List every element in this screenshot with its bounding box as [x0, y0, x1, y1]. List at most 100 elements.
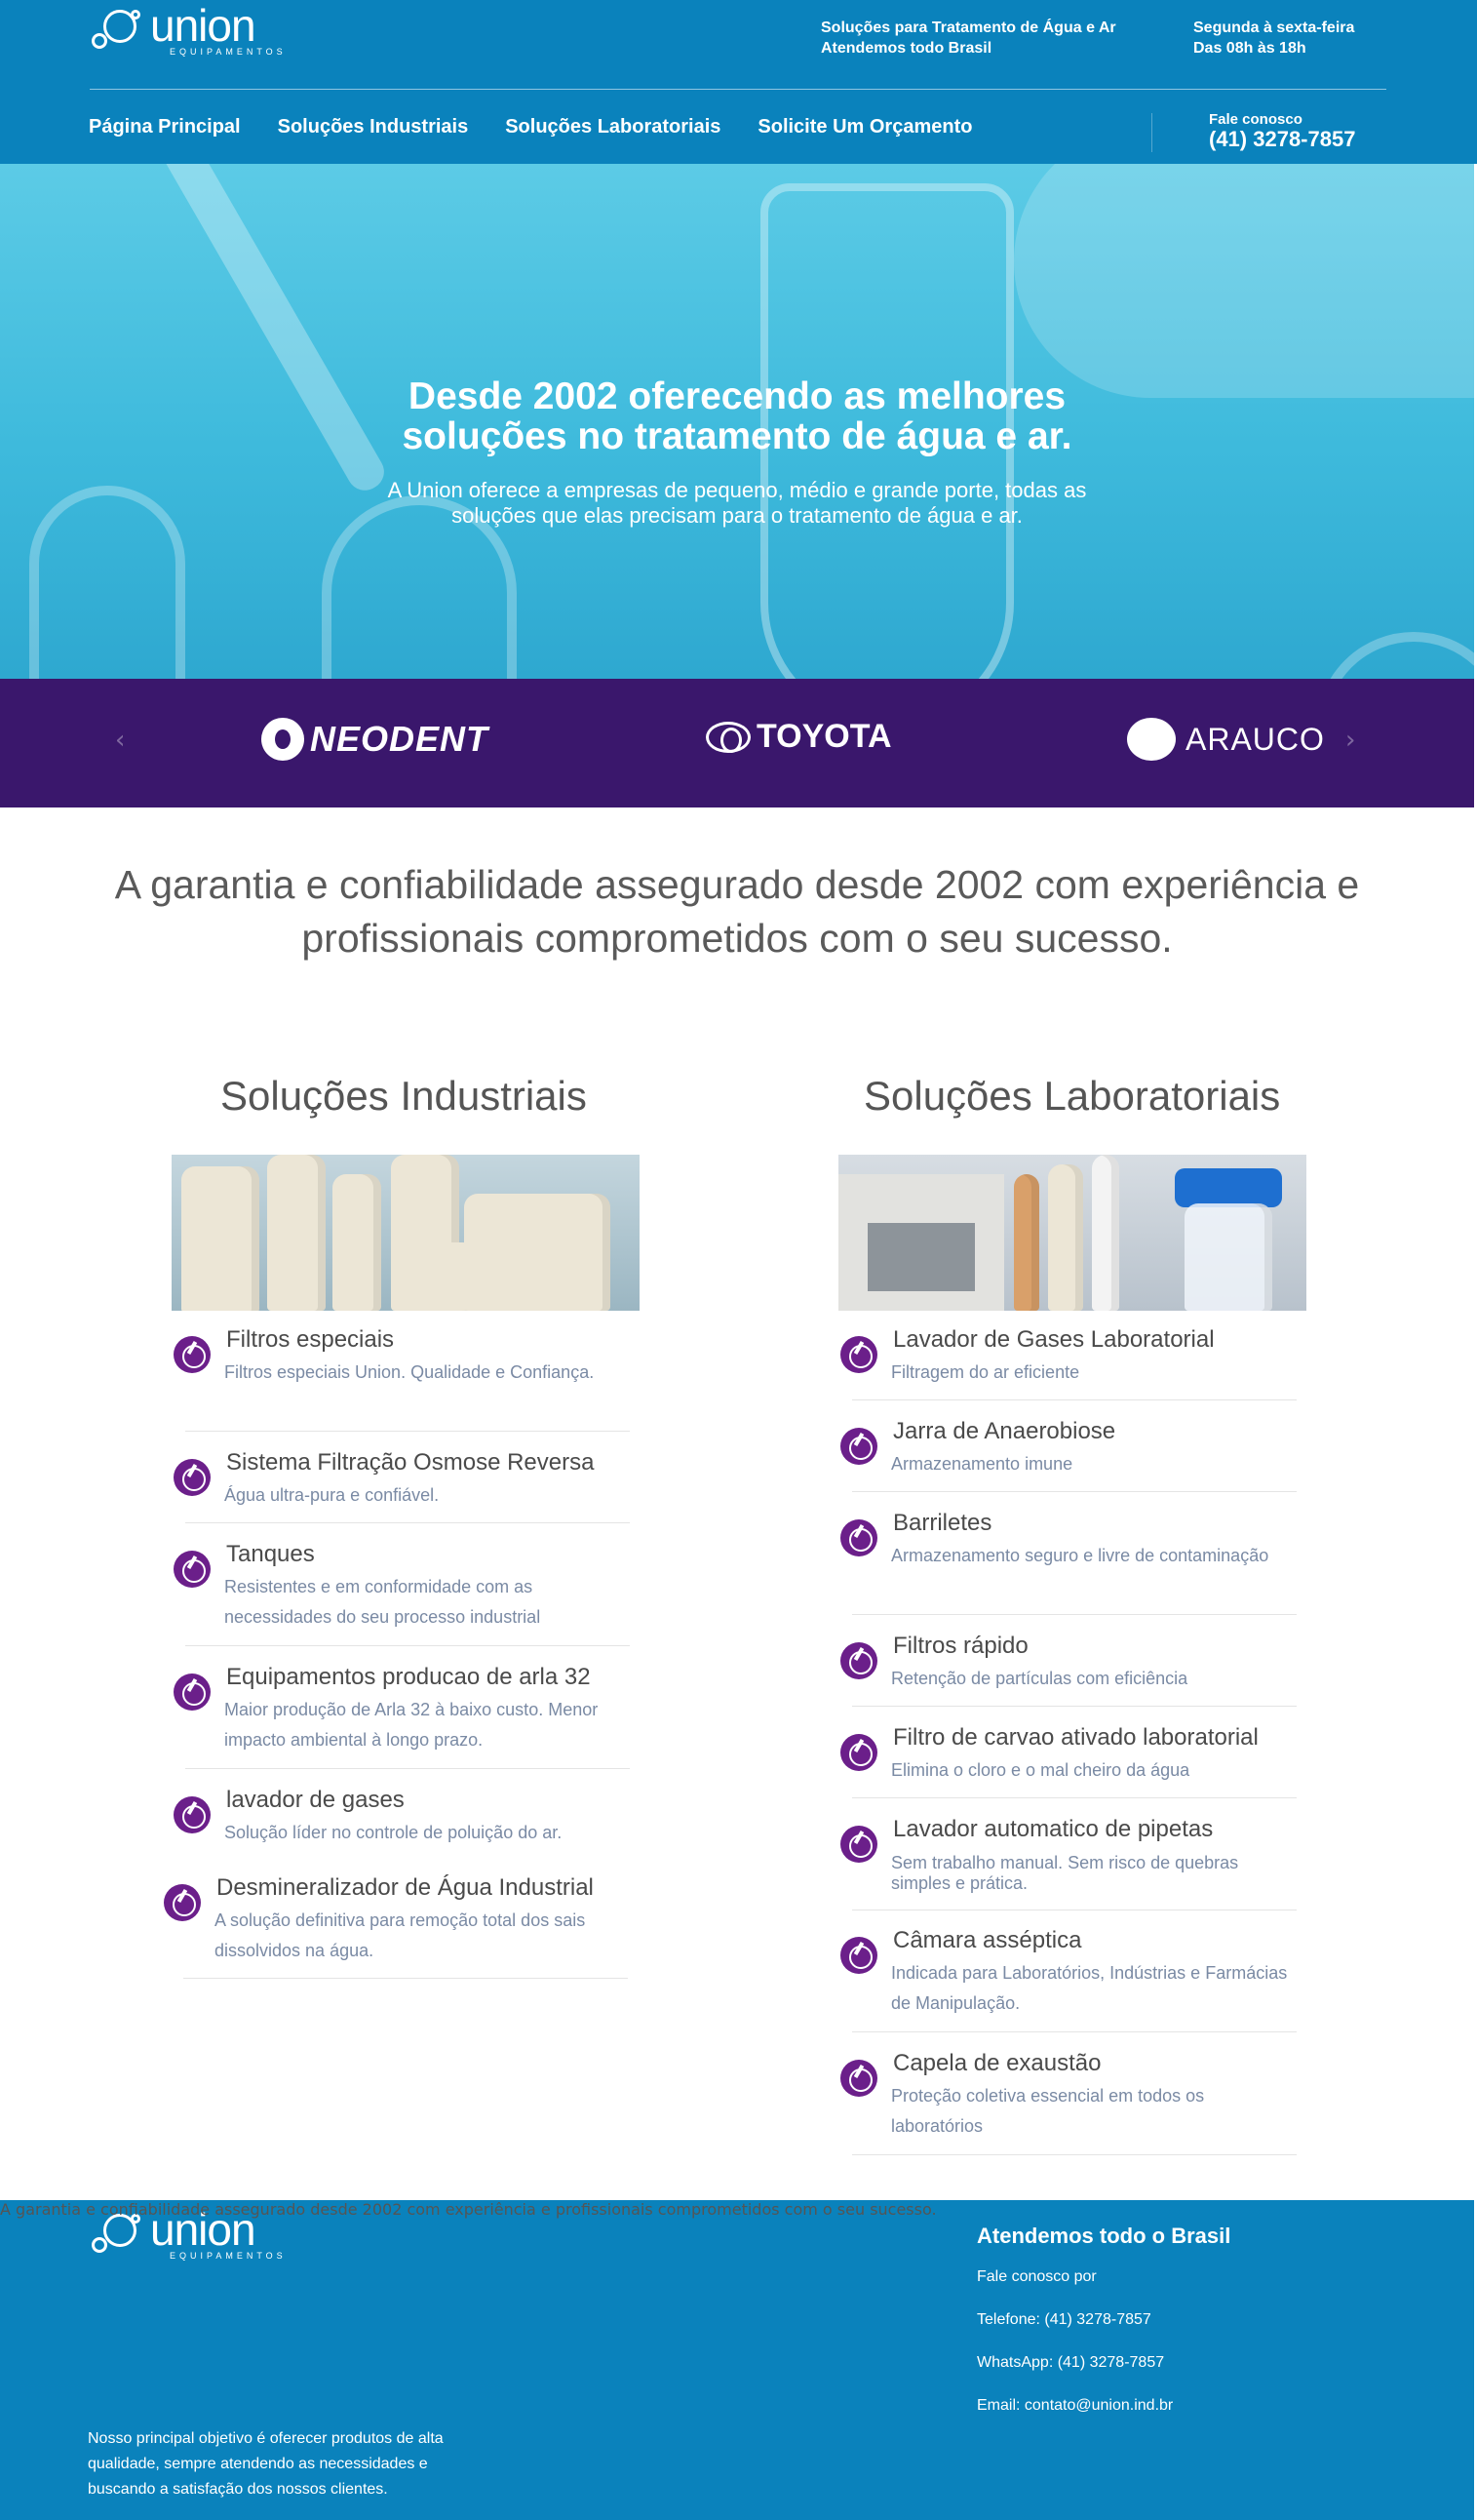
nav-item-solucoes-laboratoriais[interactable]: Soluções Laboratoriais: [505, 116, 720, 138]
footer-contact-label: Fale conosco por: [977, 2268, 1097, 2285]
item-description: Maior produção de Arla 32 à baixo custo.…: [224, 1700, 599, 1750]
item-title[interactable]: Desmineralizador de Água Industrial: [216, 1874, 594, 1902]
item-description: Armazenamento seguro e livre de contamin…: [891, 1546, 1269, 1565]
footer-description: Nosso principal objetivo é oferecer prod…: [88, 2430, 444, 2498]
list-divider: [852, 1614, 1297, 1615]
industrial-section-title: Soluções Industriais: [220, 1073, 587, 1119]
solution-icon: [840, 1519, 877, 1556]
item-title[interactable]: Lavador de Gases Laboratorial: [893, 1326, 1215, 1354]
tagline-line: profissionais comprometidos com o seu su…: [301, 916, 1173, 961]
solution-icon: [174, 1673, 211, 1711]
footer-heading: Atendemos todo o Brasil: [977, 2224, 1231, 2248]
list-divider: [852, 2031, 1297, 2032]
top-info-line: Soluções para Tratamento de Água e Ar: [821, 20, 1116, 36]
top-info-services: Soluções para Tratamento de Água e Ar At…: [821, 18, 1116, 59]
solution-icon: [840, 1336, 877, 1373]
item-title[interactable]: lavador de gases: [226, 1787, 405, 1814]
solution-icon: [174, 1336, 211, 1373]
top-info-line: Segunda à sexta-feira: [1193, 20, 1355, 36]
item-title[interactable]: Filtro de carvao ativado laboratorial: [893, 1724, 1259, 1752]
clients-carousel: ‹ NEODENT TOYOTA ARAUCO ›: [0, 679, 1474, 807]
item-description: Solução líder no controle de poluição do…: [224, 1823, 563, 1842]
footer-whatsapp-link[interactable]: WhatsApp: (41) 3278-7857: [977, 2354, 1164, 2372]
item-description: Elimina o cloro e o mal cheiro da água: [891, 1760, 1190, 1780]
header-divider: [90, 89, 1386, 90]
item-title[interactable]: Câmara asséptica: [893, 1927, 1081, 1954]
item-description: Indicada para Laboratórios, Indústrias e…: [891, 1963, 1288, 2013]
site-header: union EQUIPAMENTOS Soluções para Tratame…: [0, 0, 1477, 164]
union-logo-mark-icon: [90, 4, 148, 57]
list-divider: [852, 2154, 1297, 2155]
item-title[interactable]: Capela de exaustão: [893, 2050, 1102, 2077]
union-logo[interactable]: union EQUIPAMENTOS: [90, 0, 287, 57]
top-info-line: Atendemos todo Brasil: [821, 40, 992, 57]
arauco-logo-icon: [1127, 718, 1176, 761]
footer-phone-link[interactable]: Telefone: (41) 3278-7857: [977, 2311, 1151, 2329]
item-description: Sem trabalho manual. Sem risco de quebra…: [891, 1853, 1239, 1893]
nav-item-solucoes-industriais[interactable]: Soluções Industriais: [278, 116, 469, 138]
neodent-logo-icon: [261, 718, 304, 761]
laboratory-equipment-image: [838, 1155, 1306, 1311]
hero-background-shape: [1014, 164, 1474, 398]
list-divider: [185, 1431, 630, 1432]
solution-icon: [840, 1642, 877, 1679]
laboratory-section-title: Soluções Laboratoriais: [864, 1073, 1281, 1119]
list-divider: [185, 1645, 630, 1646]
top-info-line: Das 08h às 18h: [1193, 40, 1306, 57]
hero-subtitle-line: soluções que elas precisam para o tratam…: [451, 503, 1023, 528]
tagline-line: A garantia e confiabilidade assegurado d…: [114, 862, 1360, 907]
list-divider: [852, 1797, 1297, 1798]
logo-subtitle: EQUIPAMENTOS: [170, 2251, 287, 2261]
solution-icon: [840, 1428, 877, 1465]
logo-wordmark: union: [150, 0, 256, 51]
solution-icon: [840, 2060, 877, 2097]
client-logo-arauco: ARAUCO: [1127, 718, 1325, 761]
item-title[interactable]: Lavador automatico de pipetas: [893, 1816, 1213, 1843]
hero-title: Desde 2002 oferecendo as melhores soluçõ…: [0, 376, 1474, 456]
item-title[interactable]: Filtros rápido: [893, 1633, 1029, 1660]
item-title[interactable]: Tanques: [226, 1541, 315, 1568]
item-title[interactable]: Barriletes: [893, 1510, 991, 1537]
item-title[interactable]: Filtros especiais: [226, 1326, 394, 1354]
item-description: Armazenamento imune: [891, 1454, 1073, 1474]
client-name: TOYOTA: [757, 718, 892, 755]
hero-subtitle-line: A Union oferece a empresas de pequeno, m…: [387, 478, 1087, 502]
solution-icon: [164, 1884, 201, 1921]
solution-icon: [174, 1796, 211, 1833]
footer-email-link[interactable]: Email: contato@union.ind.br: [977, 2397, 1173, 2415]
hero-title-line: soluções no tratamento de água e ar.: [402, 415, 1072, 457]
list-divider: [185, 1768, 630, 1769]
item-title[interactable]: Sistema Filtração Osmose Reversa: [226, 1449, 594, 1477]
contact-phone-link[interactable]: (41) 3278-7857: [1209, 127, 1355, 152]
hero-banner: Desde 2002 oferecendo as melhores soluçõ…: [0, 164, 1474, 679]
list-divider: [852, 1399, 1297, 1400]
carousel-next-button[interactable]: ›: [1345, 726, 1355, 755]
item-title[interactable]: Jarra de Anaerobiose: [893, 1418, 1115, 1445]
industrial-equipment-image: [172, 1155, 640, 1311]
nav-divider: [1151, 113, 1152, 152]
contact-label: Fale conosco: [1209, 111, 1302, 128]
list-divider: [183, 1978, 628, 1979]
hero-title-line: Desde 2002 oferecendo as melhores: [408, 375, 1067, 417]
client-logo-toyota: TOYOTA: [706, 718, 892, 756]
item-description: Retenção de partículas com eficiência: [891, 1669, 1188, 1688]
client-name: ARAUCO: [1185, 721, 1325, 757]
nav-item-solicite-orcamento[interactable]: Solicite Um Orçamento: [758, 116, 972, 138]
solution-icon: [174, 1459, 211, 1496]
item-title[interactable]: Equipamentos producao de arla 32: [226, 1664, 591, 1691]
nav-item-pagina-principal[interactable]: Página Principal: [89, 116, 241, 138]
item-description: Filtragem do ar eficiente: [891, 1362, 1080, 1382]
solution-icon: [840, 1734, 877, 1771]
list-divider: [852, 1491, 1297, 1492]
item-description: Resistentes e em conformidade com as nec…: [224, 1577, 541, 1627]
client-logo-neodent: NEODENT: [261, 718, 488, 761]
carousel-prev-button[interactable]: ‹: [115, 726, 125, 755]
top-info-hours: Segunda à sexta-feira Das 08h às 18h: [1193, 18, 1354, 59]
client-name: NEODENT: [310, 719, 489, 759]
hero-background-shape: [1316, 632, 1474, 679]
footer-tagline: A garantia e confiabilidade assegurado d…: [0, 2200, 937, 2219]
solution-icon: [840, 1826, 877, 1863]
list-divider: [185, 1522, 630, 1523]
list-divider: [852, 1706, 1297, 1707]
solution-icon: [174, 1551, 211, 1588]
